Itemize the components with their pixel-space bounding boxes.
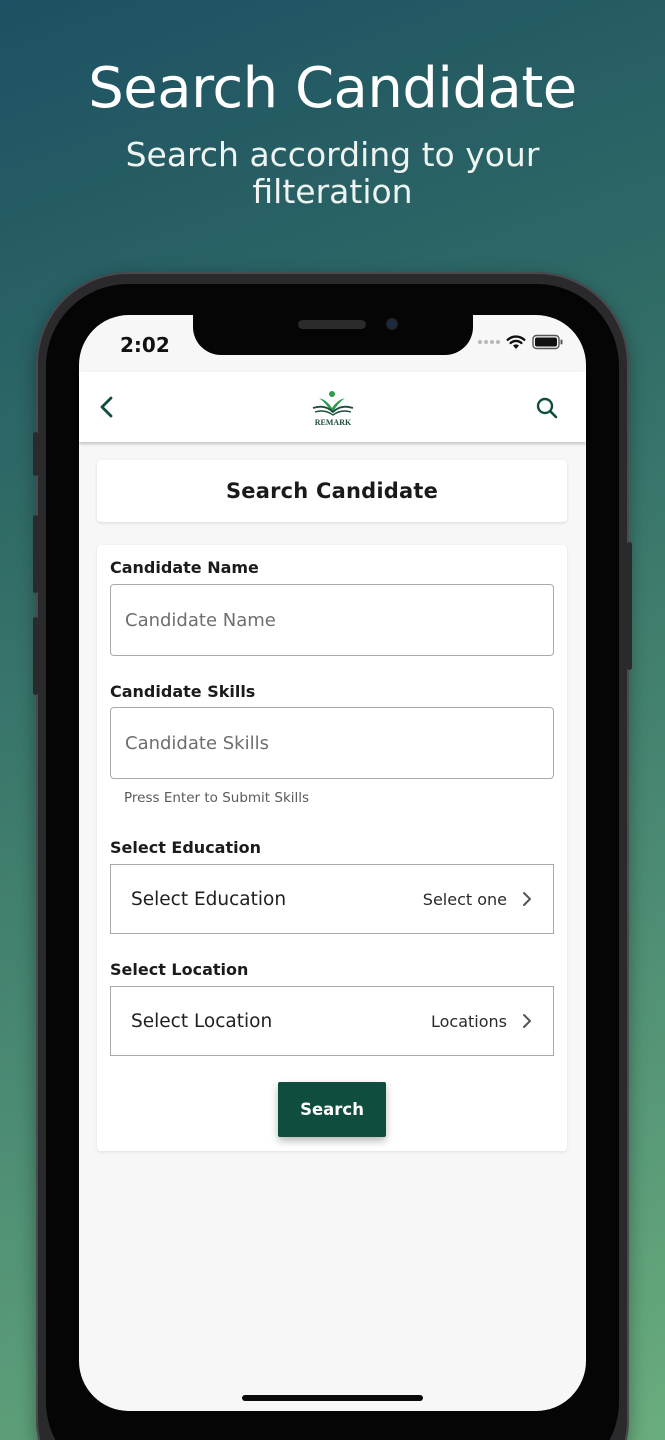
candidate-skills-label: Candidate Skills	[110, 682, 256, 701]
skills-hint: Press Enter to Submit Skills	[124, 790, 310, 806]
education-select[interactable]: Select Education Select one	[110, 864, 554, 934]
wifi-icon	[506, 335, 526, 349]
promo-subtitle: Search according to your filteration	[125, 135, 540, 211]
education-label: Select Education	[110, 838, 261, 857]
location-label: Select Location	[110, 960, 249, 979]
candidate-name-input[interactable]	[110, 584, 554, 656]
location-select-value: Locations	[430, 1011, 507, 1031]
status-icons	[478, 334, 564, 350]
page-title-card: Search Candidate	[97, 460, 567, 522]
volume-down-button	[33, 617, 38, 695]
power-button	[627, 542, 632, 670]
search-icon	[536, 397, 558, 419]
app-header: REMARK	[79, 372, 586, 442]
location-select-label: Select Location	[131, 1010, 273, 1032]
search-form-card: Candidate Name Candidate Skills Press En…	[97, 545, 567, 1151]
home-indicator[interactable]	[242, 1395, 423, 1401]
front-camera	[386, 318, 398, 330]
page-title: Search Candidate	[225, 479, 439, 503]
candidate-skills-input[interactable]	[110, 707, 554, 779]
back-button[interactable]	[93, 392, 121, 422]
candidate-name-label: Candidate Name	[110, 558, 259, 577]
location-select[interactable]: Select Location Locations	[110, 986, 554, 1056]
mute-switch	[33, 432, 38, 476]
chevron-right-icon	[523, 892, 531, 906]
volume-up-button	[33, 515, 38, 593]
speaker-grille	[298, 320, 366, 329]
education-select-label: Select Education	[131, 888, 287, 910]
education-select-value: Select one	[422, 889, 507, 909]
remark-logo: REMARK	[303, 388, 363, 428]
header-search-button[interactable]	[535, 396, 559, 420]
signal-dots-icon	[478, 340, 500, 344]
chevron-right-icon	[523, 1014, 531, 1028]
logo-text: REMARK	[315, 418, 352, 427]
promo-title: Search Candidate	[88, 56, 577, 121]
battery-icon	[532, 334, 563, 350]
status-time: 2:02	[120, 333, 170, 357]
search-button[interactable]: Search	[278, 1082, 386, 1137]
chevron-left-icon	[100, 396, 113, 418]
